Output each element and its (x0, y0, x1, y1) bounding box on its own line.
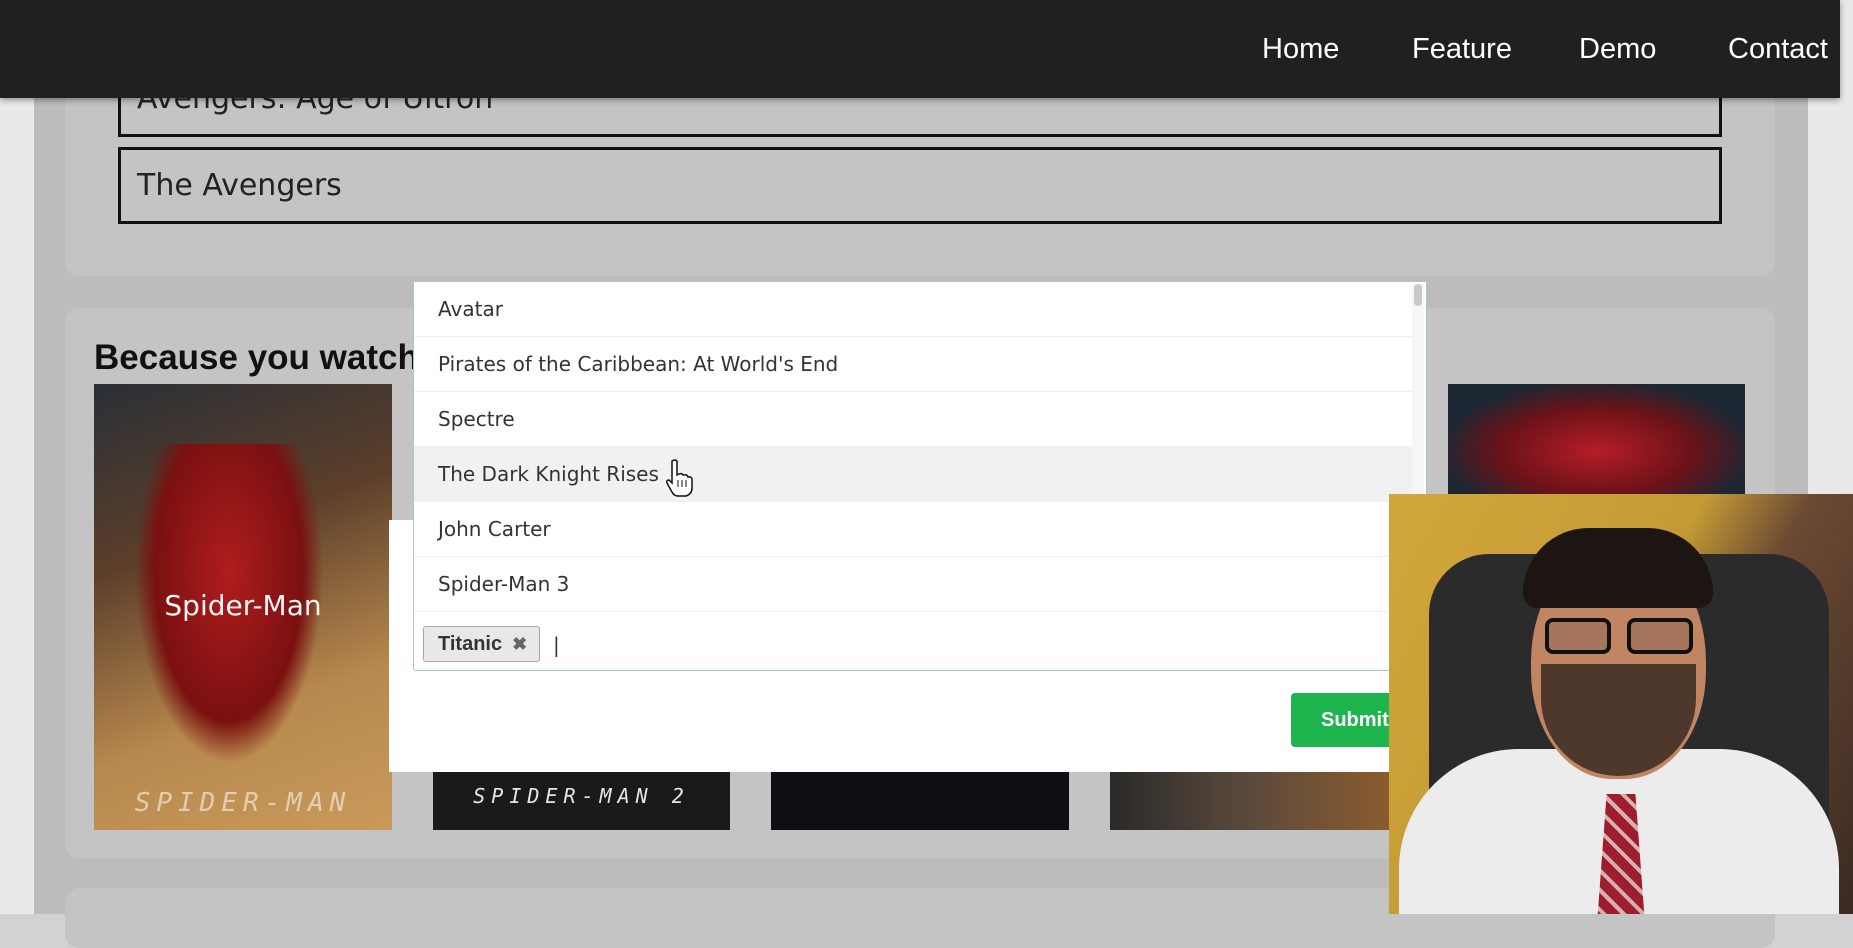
dropdown-option-highlighted[interactable]: The Dark Knight Rises (414, 447, 1412, 502)
recommendations-heading: Because you watche (94, 338, 439, 377)
selected-movie-tag[interactable]: Titanic ✖ (423, 626, 541, 662)
movie-result-label: The Avengers (137, 168, 342, 203)
option-label: Pirates of the Caribbean: At World's End (438, 352, 839, 376)
webcam-glasses (1539, 618, 1699, 658)
movie-poster[interactable]: SPIDER-MAN 2 (433, 770, 730, 830)
poster-logo: SPIDER-MAN 2 (473, 784, 690, 808)
poster-logo: SPIDER-MAN (134, 788, 352, 818)
dropdown-option[interactable]: Spider-Man 3 (414, 557, 1412, 612)
nav-contact[interactable]: Contact (1728, 0, 1828, 98)
webcam-hair (1523, 528, 1713, 608)
hand-pointer-cursor-icon (666, 459, 693, 497)
option-label: Spider-Man 3 (438, 572, 570, 596)
option-label: John Carter (438, 517, 551, 541)
dropdown-option[interactable]: John Carter (414, 502, 1412, 557)
page-margin-left (0, 0, 34, 914)
nav-home[interactable]: Home (1262, 0, 1339, 98)
nav-demo[interactable]: Demo (1579, 0, 1656, 98)
dropdown-option[interactable]: Avatar (414, 282, 1412, 337)
nav-feature[interactable]: Feature (1412, 0, 1512, 98)
movie-select-dropdown[interactable]: Avatar Pirates of the Caribbean: At Worl… (413, 281, 1427, 671)
option-label: The Dark Knight Rises (438, 462, 659, 486)
poster-title: Spider-Man (164, 589, 322, 622)
webcam-overlay (1389, 494, 1853, 914)
movie-poster[interactable]: Spider-Man SPIDER-MAN (94, 384, 392, 830)
top-navbar: Home Feature Demo Contact (0, 0, 1840, 98)
dropdown-option[interactable]: Spectre (414, 392, 1412, 447)
movie-poster[interactable] (771, 770, 1069, 830)
movie-result-item[interactable]: The Avengers (118, 147, 1722, 224)
option-label: Spectre (438, 407, 515, 431)
tag-label: Titanic (438, 632, 503, 655)
text-caret[interactable]: | (553, 633, 560, 657)
scrollbar-thumb[interactable] (1414, 284, 1422, 306)
movie-poster[interactable] (1110, 770, 1390, 830)
option-label: Avatar (438, 297, 503, 321)
submit-button[interactable]: Submit (1291, 693, 1401, 747)
movie-poster[interactable] (1448, 384, 1745, 496)
remove-tag-icon[interactable]: ✖ (512, 634, 527, 655)
dropdown-option[interactable]: Pirates of the Caribbean: At World's End (414, 337, 1412, 392)
